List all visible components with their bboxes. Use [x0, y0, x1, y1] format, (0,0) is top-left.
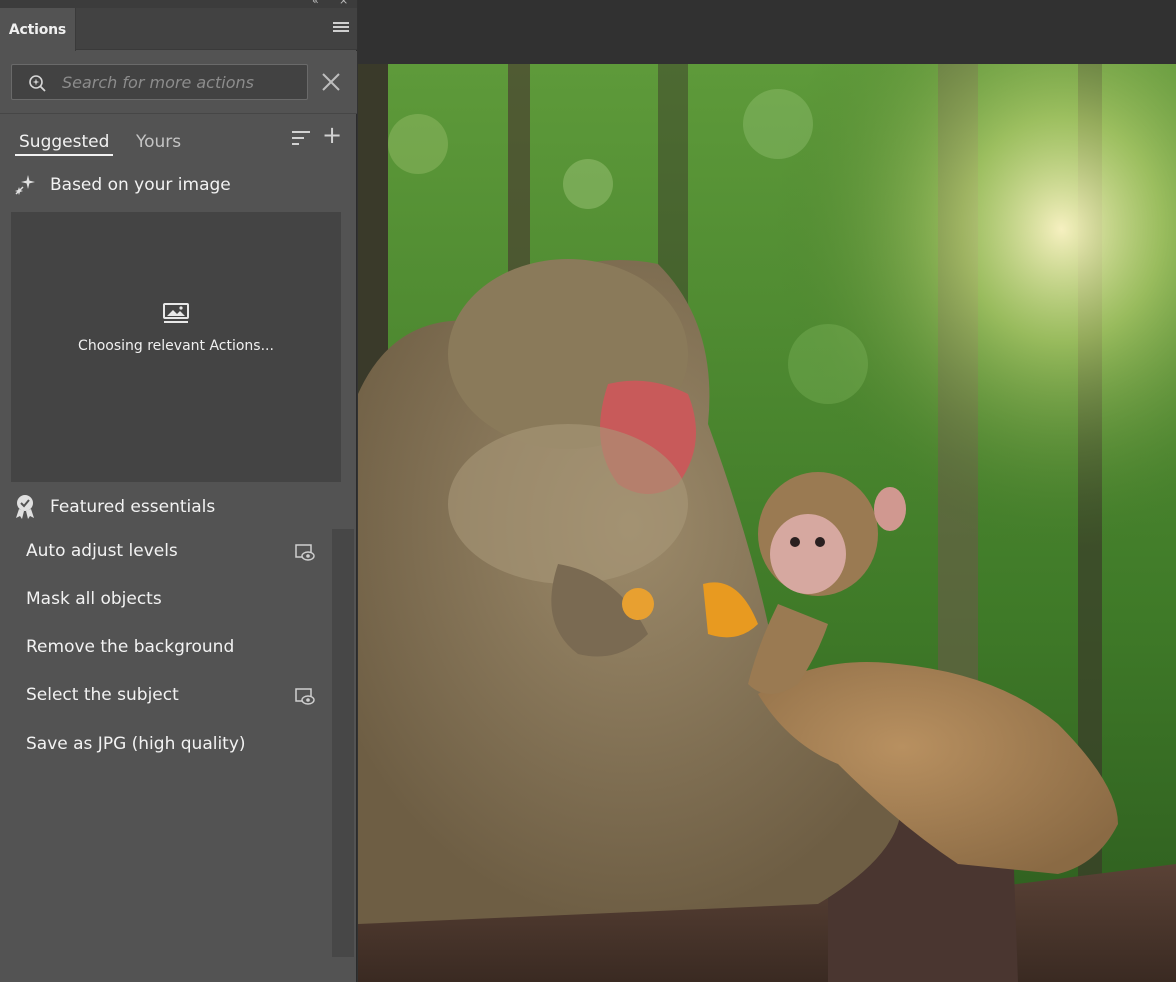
search-input[interactable]	[62, 65, 302, 99]
image-loading-icon	[163, 303, 189, 323]
scrollbar[interactable]	[332, 529, 354, 957]
preview-eye-icon[interactable]	[295, 688, 315, 706]
list-item[interactable]: Save as JPG (high quality)	[0, 722, 330, 768]
action-tabs: Suggested Yours +	[0, 120, 357, 160]
tab-actions[interactable]: Actions	[0, 8, 76, 51]
list-item[interactable]: Mask all objects	[0, 577, 330, 623]
suggestions-loading-box: Choosing relevant Actions...	[11, 212, 341, 482]
action-label: Save as JPG (high quality)	[26, 734, 246, 754]
tab-suggested[interactable]: Suggested	[15, 132, 114, 156]
document-canvas[interactable]	[358, 0, 1176, 982]
panel-tab-bar: Actions	[0, 8, 357, 51]
action-label: Mask all objects	[26, 589, 162, 609]
sparkle-icon	[12, 172, 38, 198]
panel-top-strip: « ×	[0, 0, 357, 8]
plus-icon[interactable]: +	[322, 123, 342, 147]
badge-icon	[12, 494, 38, 520]
featured-section-header: Featured essentials	[12, 494, 215, 520]
actions-panel: « × Actions Suggested Yours +	[0, 0, 357, 982]
collapse-panel-icon[interactable]: «	[312, 0, 319, 6]
search-row	[0, 51, 357, 114]
monkeys-photo	[358, 64, 1176, 982]
list-item[interactable]: Select the subject	[0, 673, 330, 719]
list-item[interactable]: Auto adjust levels	[0, 529, 330, 575]
loading-text: Choosing relevant Actions...	[78, 338, 274, 354]
close-panel-icon[interactable]: ×	[339, 0, 348, 6]
close-icon[interactable]	[319, 70, 343, 94]
action-label: Auto adjust levels	[26, 541, 178, 561]
section-title: Based on your image	[50, 175, 231, 195]
action-label: Select the subject	[26, 685, 179, 705]
section-title: Featured essentials	[50, 497, 216, 517]
sort-icon[interactable]	[291, 129, 311, 147]
panel-menu-icon[interactable]	[333, 22, 349, 36]
list-item[interactable]: Remove the background	[0, 625, 330, 671]
suggested-section-header: Based on your image	[12, 172, 231, 198]
search-box[interactable]	[11, 64, 308, 100]
search-sparkle-icon	[29, 75, 46, 92]
tab-yours[interactable]: Yours	[136, 132, 181, 152]
preview-eye-icon[interactable]	[295, 544, 315, 562]
action-label: Remove the background	[26, 637, 235, 657]
